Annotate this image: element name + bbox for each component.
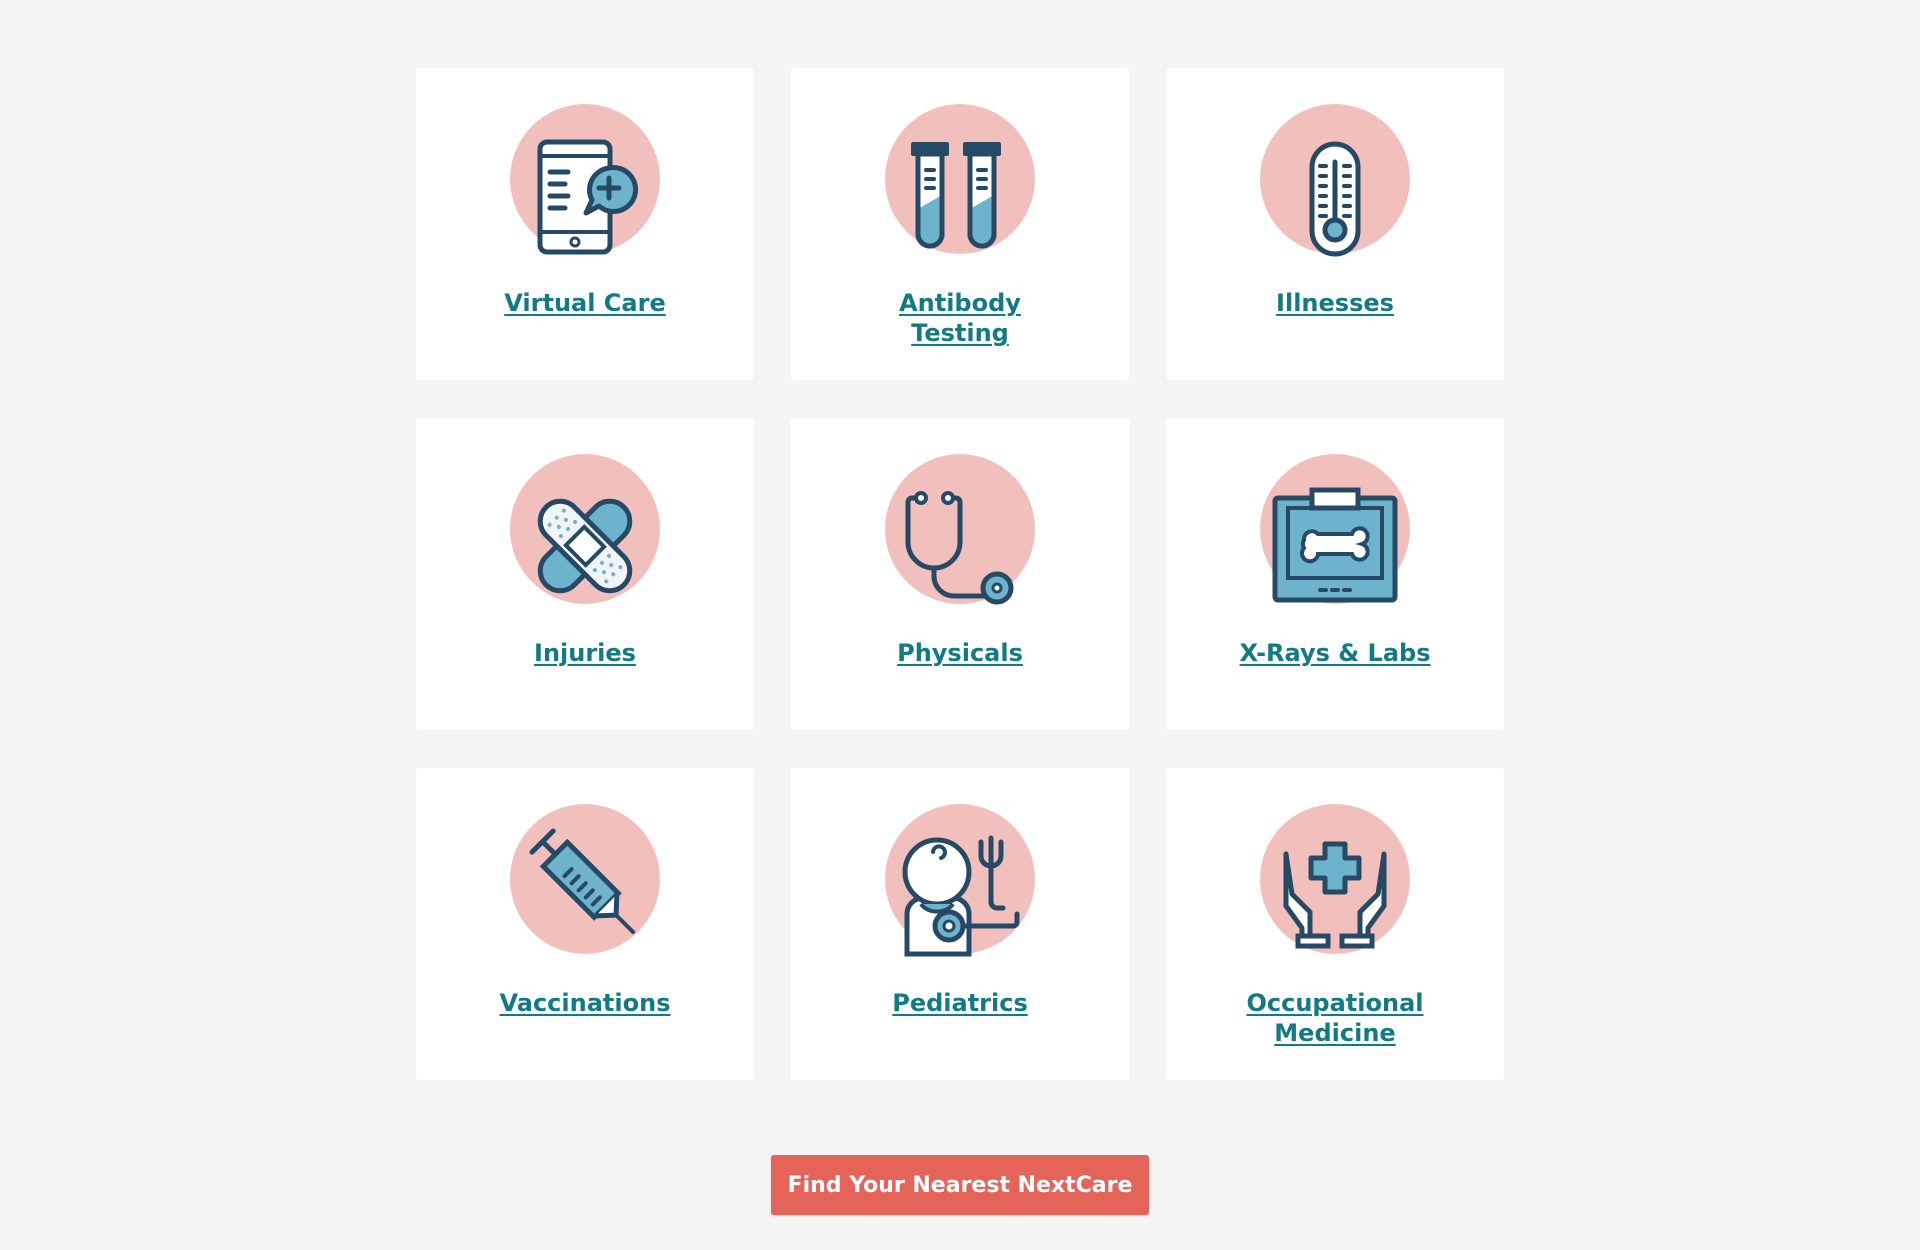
hands-cross-icon [1260, 804, 1410, 954]
syringe-icon [510, 804, 660, 954]
service-link[interactable]: Vaccinations [500, 988, 671, 1018]
phone-chat-icon [510, 104, 660, 255]
page: Virtual Care Antibody Testing Illnesses … [0, 0, 1920, 1250]
thermometer-icon [1260, 104, 1410, 257]
baby-icon [885, 804, 1035, 957]
service-card-physicals[interactable]: Physicals [791, 418, 1129, 730]
service-card-pediatrics[interactable]: Pediatrics [791, 768, 1129, 1080]
find-nearest-button[interactable]: Find Your Nearest NextCare [771, 1155, 1149, 1215]
bandage-icon [510, 454, 660, 604]
xray-icon [1260, 454, 1410, 604]
services-grid: Virtual Care Antibody Testing Illnesses … [416, 68, 1504, 1080]
service-card-virtual-care[interactable]: Virtual Care [416, 68, 754, 380]
service-link[interactable]: Physicals [897, 638, 1023, 668]
stethoscope-icon [885, 454, 1035, 605]
service-card-vaccinations[interactable]: Vaccinations [416, 768, 754, 1080]
service-card-occupational-medicine[interactable]: Occupational Medicine [1166, 768, 1504, 1080]
test-tubes-icon [885, 104, 1035, 254]
service-link[interactable]: X-Rays & Labs [1240, 638, 1431, 668]
service-card-injuries[interactable]: Injuries [416, 418, 754, 730]
service-link[interactable]: Occupational Medicine [1235, 988, 1435, 1048]
service-link[interactable]: Illnesses [1276, 288, 1394, 318]
service-card-xrays-labs[interactable]: X-Rays & Labs [1166, 418, 1504, 730]
service-link[interactable]: Virtual Care [504, 288, 665, 318]
service-link[interactable]: Antibody Testing [860, 288, 1060, 348]
service-link[interactable]: Pediatrics [892, 988, 1028, 1018]
service-card-antibody-testing[interactable]: Antibody Testing [791, 68, 1129, 380]
service-link[interactable]: Injuries [534, 638, 636, 668]
service-card-illnesses[interactable]: Illnesses [1166, 68, 1504, 380]
